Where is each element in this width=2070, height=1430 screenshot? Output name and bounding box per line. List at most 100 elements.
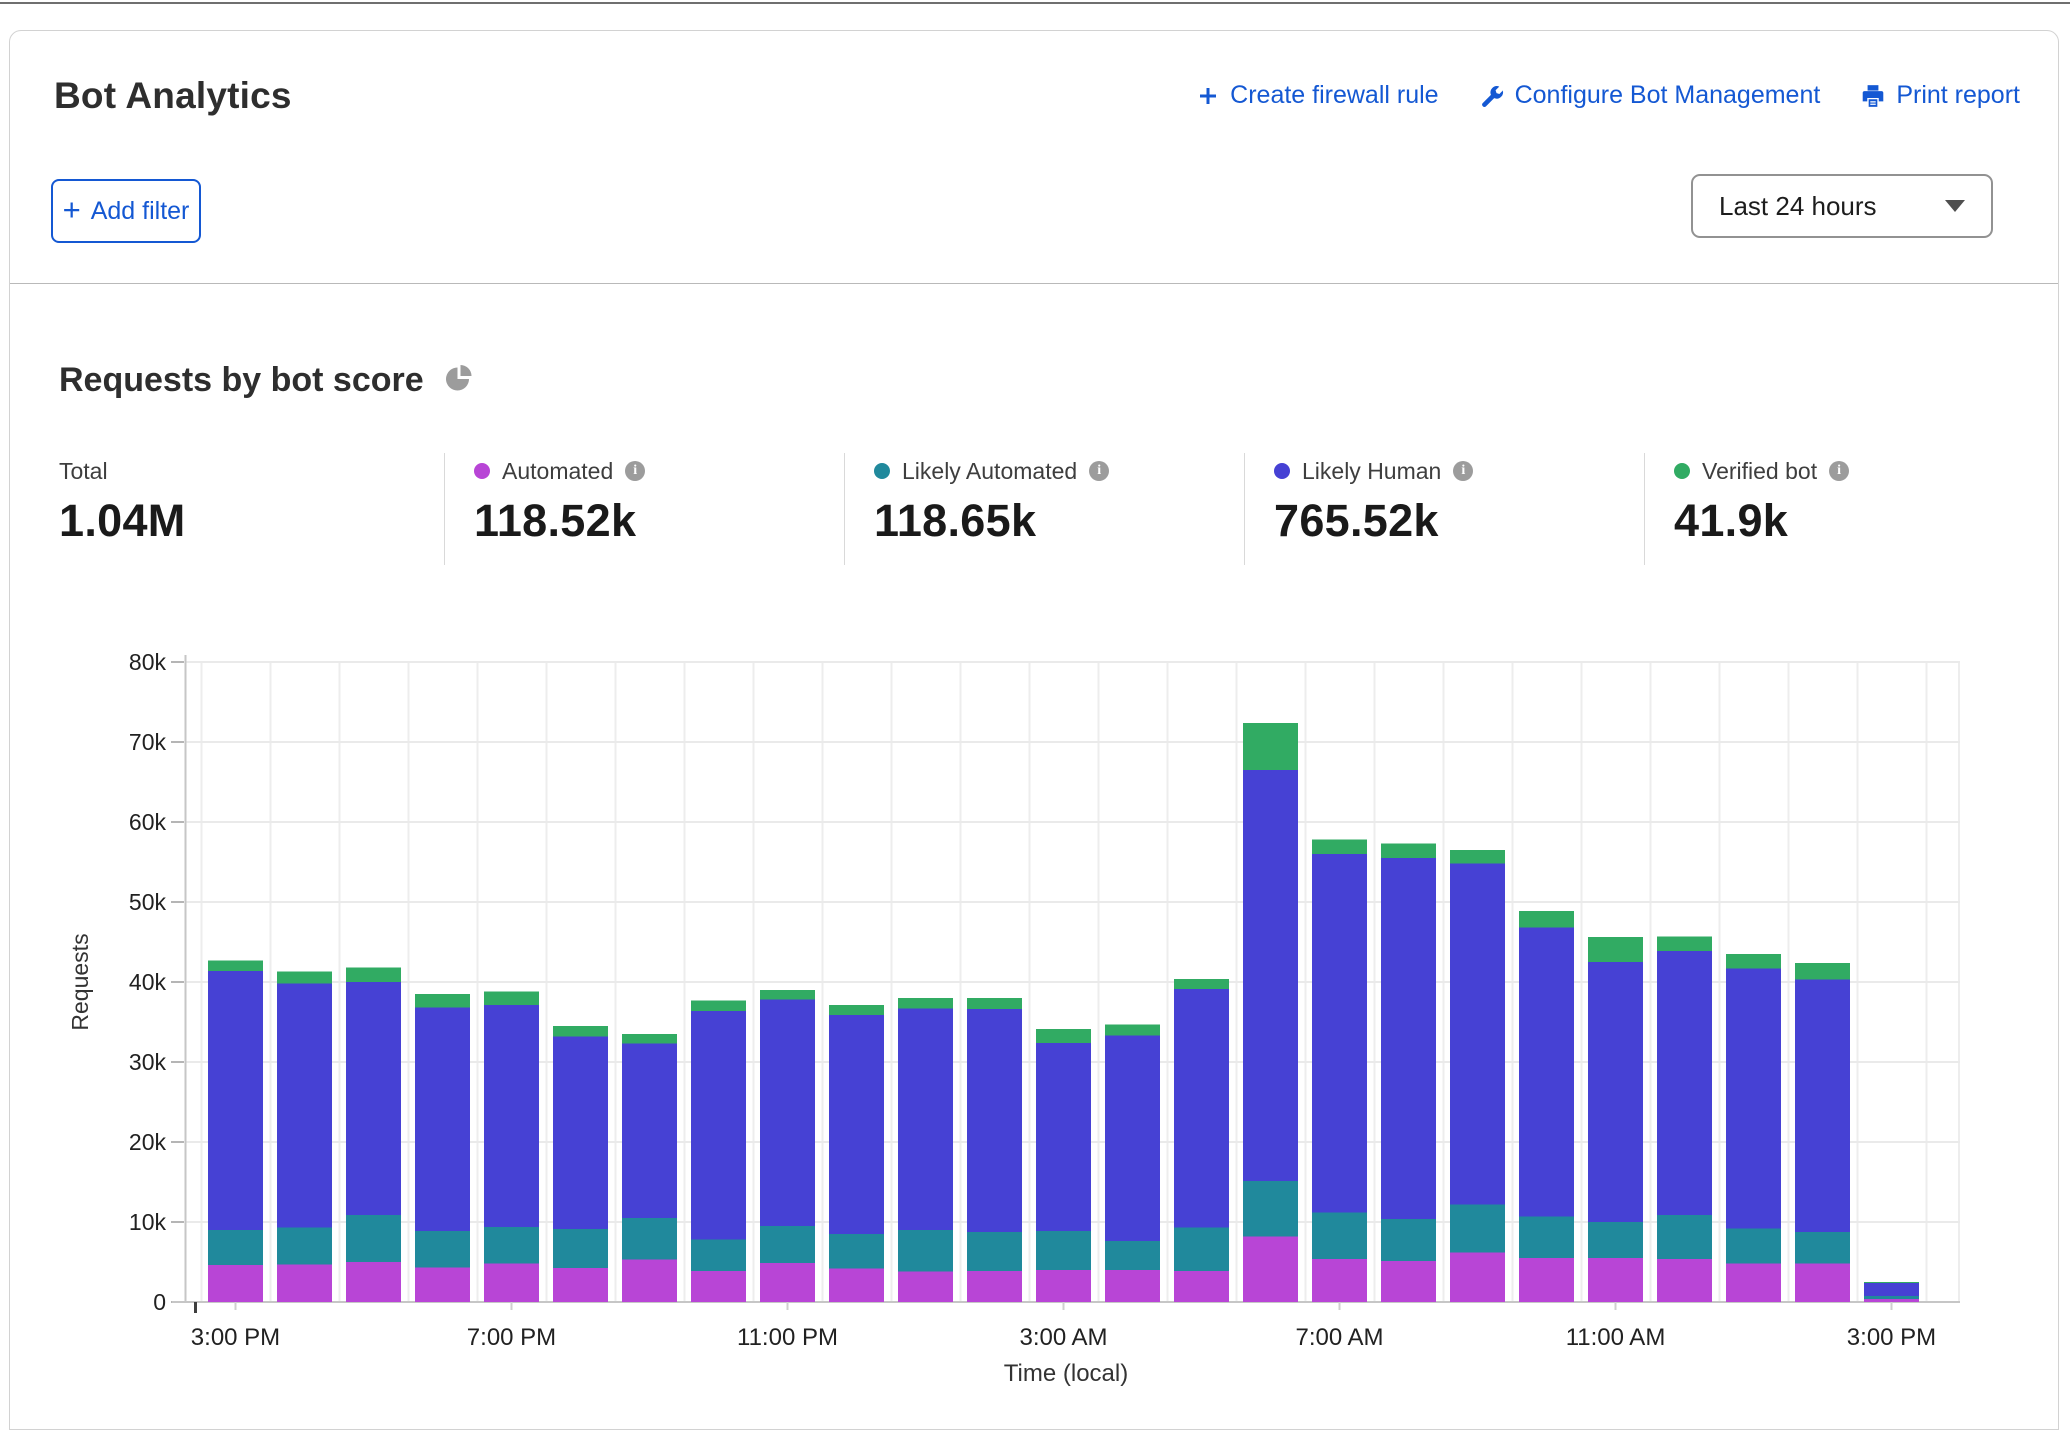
bar-segment-likely-human[interactable] bbox=[484, 1005, 539, 1227]
bar-segment-likely-human[interactable] bbox=[1105, 1036, 1160, 1242]
bar-segment-likely-automated[interactable] bbox=[622, 1218, 677, 1260]
bar-3:00 PM[interactable] bbox=[1864, 1282, 1919, 1302]
bar-segment-likely-human[interactable] bbox=[1381, 858, 1436, 1219]
bar-segment-likely-human[interactable] bbox=[1726, 968, 1781, 1228]
bar-segment-likely-automated[interactable] bbox=[898, 1230, 953, 1272]
bar-segment-automated[interactable] bbox=[1036, 1270, 1091, 1302]
bar-1:00 AM[interactable] bbox=[898, 998, 953, 1302]
bar-segment-automated[interactable] bbox=[1588, 1258, 1643, 1302]
bar-segment-verified-bot[interactable] bbox=[898, 998, 953, 1008]
bar-10:00 PM[interactable] bbox=[691, 1000, 746, 1302]
bar-segment-automated[interactable] bbox=[1657, 1259, 1712, 1302]
bar-segment-verified-bot[interactable] bbox=[346, 968, 401, 982]
bar-4:00 AM[interactable] bbox=[1105, 1024, 1160, 1302]
bar-segment-likely-automated[interactable] bbox=[1243, 1181, 1298, 1236]
bar-segment-likely-automated[interactable] bbox=[346, 1215, 401, 1262]
bar-segment-verified-bot[interactable] bbox=[760, 990, 815, 1000]
bar-segment-likely-human[interactable] bbox=[829, 1015, 884, 1234]
bar-segment-automated[interactable] bbox=[1312, 1259, 1367, 1302]
bar-segment-likely-human[interactable] bbox=[898, 1008, 953, 1230]
bar-3:00 AM[interactable] bbox=[1036, 1029, 1091, 1302]
bar-12:00 PM[interactable] bbox=[1657, 936, 1712, 1302]
requests-by-bot-score-chart[interactable]: 010k20k30k40k50k60k70k80k3:00 PM7:00 PM1… bbox=[0, 0, 2070, 1394]
bar-segment-likely-automated[interactable] bbox=[1450, 1204, 1505, 1252]
bar-segment-likely-human[interactable] bbox=[1036, 1043, 1091, 1231]
bar-segment-automated[interactable] bbox=[1105, 1270, 1160, 1302]
bar-segment-likely-human[interactable] bbox=[277, 984, 332, 1228]
bar-segment-likely-automated[interactable] bbox=[415, 1231, 470, 1268]
bar-segment-likely-automated[interactable] bbox=[1657, 1215, 1712, 1259]
bar-11:00 AM[interactable] bbox=[1588, 937, 1643, 1302]
bar-9:00 PM[interactable] bbox=[622, 1034, 677, 1302]
bar-segment-likely-automated[interactable] bbox=[208, 1230, 263, 1265]
bar-segment-likely-human[interactable] bbox=[1450, 864, 1505, 1205]
bar-segment-verified-bot[interactable] bbox=[1312, 840, 1367, 854]
bar-segment-likely-human[interactable] bbox=[1243, 770, 1298, 1181]
bar-segment-likely-automated[interactable] bbox=[1036, 1231, 1091, 1270]
bar-segment-likely-automated[interactable] bbox=[277, 1228, 332, 1265]
bar-segment-automated[interactable] bbox=[760, 1263, 815, 1302]
bar-segment-likely-human[interactable] bbox=[967, 1009, 1022, 1232]
bar-5:00 AM[interactable] bbox=[1174, 979, 1229, 1302]
bar-3:00 PM[interactable] bbox=[208, 960, 263, 1302]
bar-segment-automated[interactable] bbox=[346, 1262, 401, 1302]
bar-segment-likely-human[interactable] bbox=[208, 971, 263, 1230]
bar-segment-verified-bot[interactable] bbox=[208, 960, 263, 970]
bar-segment-likely-automated[interactable] bbox=[967, 1232, 1022, 1271]
bar-7:00 AM[interactable] bbox=[1312, 840, 1367, 1302]
bar-segment-likely-automated[interactable] bbox=[760, 1226, 815, 1263]
bar-segment-likely-automated[interactable] bbox=[1726, 1228, 1781, 1263]
bar-segment-automated[interactable] bbox=[415, 1268, 470, 1302]
bar-segment-verified-bot[interactable] bbox=[1726, 954, 1781, 968]
bar-segment-likely-automated[interactable] bbox=[1174, 1228, 1229, 1271]
bar-8:00 PM[interactable] bbox=[553, 1026, 608, 1302]
bar-segment-automated[interactable] bbox=[277, 1264, 332, 1302]
bar-segment-likely-human[interactable] bbox=[553, 1036, 608, 1229]
bar-segment-verified-bot[interactable] bbox=[1864, 1282, 1919, 1283]
bar-4:00 PM[interactable] bbox=[277, 972, 332, 1302]
bar-5:00 PM[interactable] bbox=[346, 968, 401, 1302]
bar-12:00 AM[interactable] bbox=[829, 1005, 884, 1302]
bar-segment-likely-automated[interactable] bbox=[1381, 1219, 1436, 1261]
bar-segment-likely-human[interactable] bbox=[691, 1011, 746, 1240]
bar-segment-likely-human[interactable] bbox=[1588, 962, 1643, 1222]
bar-segment-automated[interactable] bbox=[622, 1260, 677, 1302]
bar-segment-likely-human[interactable] bbox=[415, 1008, 470, 1231]
bar-1:00 PM[interactable] bbox=[1726, 954, 1781, 1302]
bar-segment-likely-automated[interactable] bbox=[1795, 1232, 1850, 1264]
bar-segment-automated[interactable] bbox=[1795, 1264, 1850, 1302]
bar-segment-automated[interactable] bbox=[691, 1271, 746, 1302]
bar-segment-verified-bot[interactable] bbox=[553, 1026, 608, 1036]
bar-segment-verified-bot[interactable] bbox=[1105, 1024, 1160, 1035]
bar-segment-likely-automated[interactable] bbox=[1864, 1296, 1919, 1299]
bar-segment-likely-automated[interactable] bbox=[691, 1240, 746, 1271]
bar-segment-likely-automated[interactable] bbox=[1588, 1222, 1643, 1258]
bar-segment-verified-bot[interactable] bbox=[1795, 963, 1850, 980]
bar-11:00 PM[interactable] bbox=[760, 990, 815, 1302]
bar-segment-likely-human[interactable] bbox=[1174, 989, 1229, 1227]
bar-segment-likely-human[interactable] bbox=[760, 1000, 815, 1226]
bar-segment-likely-human[interactable] bbox=[1864, 1283, 1919, 1296]
bar-segment-likely-human[interactable] bbox=[346, 982, 401, 1215]
bar-segment-likely-automated[interactable] bbox=[1519, 1216, 1574, 1258]
bar-6:00 AM[interactable] bbox=[1243, 723, 1298, 1302]
bar-segment-verified-bot[interactable] bbox=[1588, 937, 1643, 962]
bar-segment-likely-human[interactable] bbox=[1795, 980, 1850, 1232]
bar-segment-likely-human[interactable] bbox=[1312, 854, 1367, 1212]
bar-segment-automated[interactable] bbox=[1243, 1236, 1298, 1302]
bar-segment-verified-bot[interactable] bbox=[1519, 911, 1574, 928]
bar-segment-verified-bot[interactable] bbox=[1657, 936, 1712, 950]
bar-segment-automated[interactable] bbox=[898, 1272, 953, 1302]
bar-segment-likely-human[interactable] bbox=[622, 1044, 677, 1218]
bar-segment-verified-bot[interactable] bbox=[967, 998, 1022, 1009]
bar-segment-verified-bot[interactable] bbox=[1450, 850, 1505, 864]
bar-segment-verified-bot[interactable] bbox=[1174, 979, 1229, 989]
bar-segment-automated[interactable] bbox=[208, 1265, 263, 1302]
bar-segment-automated[interactable] bbox=[1450, 1252, 1505, 1302]
bar-segment-likely-automated[interactable] bbox=[829, 1234, 884, 1268]
bar-segment-automated[interactable] bbox=[1864, 1299, 1919, 1302]
bar-segment-verified-bot[interactable] bbox=[1036, 1029, 1091, 1043]
bar-9:00 AM[interactable] bbox=[1450, 850, 1505, 1302]
bar-segment-automated[interactable] bbox=[1381, 1261, 1436, 1302]
bar-2:00 AM[interactable] bbox=[967, 998, 1022, 1302]
